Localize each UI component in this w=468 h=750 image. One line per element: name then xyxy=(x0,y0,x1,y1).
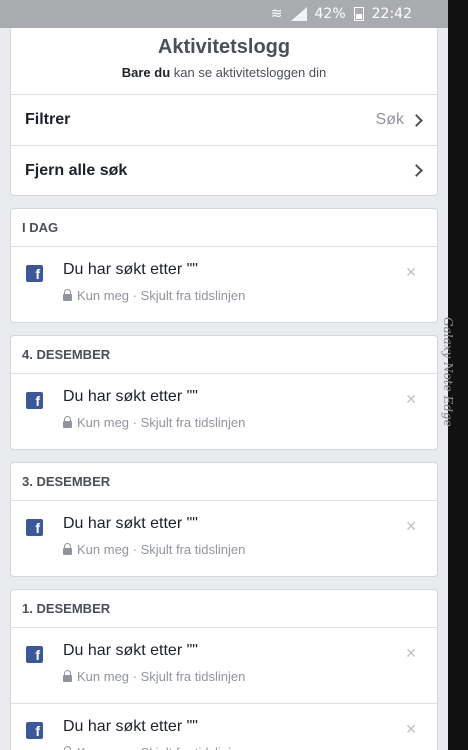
section-date-heading: 3. DESEMBER xyxy=(11,463,437,501)
facebook-icon: f xyxy=(26,392,43,409)
section-date-heading: 4. DESEMBER xyxy=(11,336,437,374)
filter-label: Filtrer xyxy=(25,111,71,128)
section-date-heading: I DAG xyxy=(11,209,437,247)
device-edge-label: Galaxy Note Edge xyxy=(441,317,455,427)
log-entry[interactable]: f Du har søkt etter "" Kun meg · Skjult fr… xyxy=(11,628,437,703)
log-section: 4. DESEMBER f Du har søkt etter "" Kun meg … xyxy=(10,335,438,450)
facebook-icon: f xyxy=(26,646,43,663)
filter-value: Søk xyxy=(375,111,404,128)
log-entry[interactable]: f Du har søkt etter "" Kun meg · Skjult fr… xyxy=(11,247,437,322)
signal-icon xyxy=(290,7,307,21)
battery-icon xyxy=(353,7,364,21)
close-icon[interactable]: ✕ xyxy=(405,645,417,662)
activity-list: I DAG f Du har søkt etter "" Kun meg · Skju… xyxy=(0,208,448,750)
facebook-icon: f xyxy=(26,519,43,536)
entry-title: Du har søkt etter "" xyxy=(63,388,198,405)
log-section: I DAG f Du har søkt etter "" Kun meg · Skju… xyxy=(10,208,438,323)
lock-icon xyxy=(63,415,72,428)
close-icon[interactable]: ✕ xyxy=(405,721,417,738)
entry-meta-text: Kun meg · Skjult fra tidslinjen xyxy=(77,542,246,557)
phone-screen: ≋ 42% 22:42 Aktivitetslogg Bare du kan s… xyxy=(0,0,448,750)
chevron-right-icon xyxy=(410,164,423,177)
entry-privacy: Kun meg · Skjult fra tidslinjen xyxy=(63,288,437,303)
entry-title: Du har søkt etter "" xyxy=(63,642,198,659)
clock: 22:42 xyxy=(371,6,412,22)
clear-searches-label: Fjern alle søk xyxy=(25,161,128,179)
privacy-note: Bare du kan se aktivitetsloggen din xyxy=(11,59,437,95)
log-section: 3. DESEMBER f Du har søkt etter "" Kun meg … xyxy=(10,462,438,577)
wifi-icon: ≋ xyxy=(270,6,283,22)
entry-privacy: Kun meg · Skjult fra tidslinjen xyxy=(63,542,437,557)
entry-privacy: Kun meg · Skjult fra tidslinjen xyxy=(63,669,437,684)
entry-meta-text: Kun meg · Skjult fra tidslinjen xyxy=(77,745,245,750)
log-section: 1. DESEMBER f Du har søkt etter "" Kun meg … xyxy=(10,589,438,750)
device-edge: Galaxy Note Edge xyxy=(441,0,468,750)
close-icon[interactable]: ✕ xyxy=(405,391,417,408)
lock-icon xyxy=(63,542,72,555)
entry-meta-text: Kun meg · Skjult fra tidslinjen xyxy=(77,288,246,303)
entry-title: Du har søkt etter "" xyxy=(63,515,198,532)
battery-percent: 42% xyxy=(314,6,346,22)
entry-title: Du har søkt etter "" xyxy=(63,261,198,278)
entry-privacy: Kun meg · Skjult fra tidslinjen xyxy=(63,745,437,750)
log-entry[interactable]: f Du har søkt etter "" Kun meg · Skjult fr… xyxy=(11,703,437,750)
clear-searches-row[interactable]: Fjern alle søk xyxy=(11,145,437,195)
close-icon[interactable]: ✕ xyxy=(405,264,417,281)
section-date-heading: 1. DESEMBER xyxy=(11,590,437,628)
privacy-note-bold: Bare du xyxy=(121,65,171,80)
log-entry[interactable]: f Du har søkt etter "" Kun meg · Skjult fr… xyxy=(11,374,437,449)
privacy-note-rest: kan se aktivitetsloggen din xyxy=(170,65,327,80)
log-entry[interactable]: f Du har søkt etter "" Kun meg · Skjult fr… xyxy=(11,501,437,576)
filter-row[interactable]: Filtrer Søk xyxy=(11,95,437,145)
close-icon[interactable]: ✕ xyxy=(405,518,417,535)
entry-privacy: Kun meg · Skjult fra tidslinjen xyxy=(63,415,437,430)
facebook-icon: f xyxy=(26,722,43,739)
lock-icon xyxy=(63,288,72,301)
status-bar: ≋ 42% 22:42 xyxy=(0,0,448,28)
entry-title: Du har søkt etter "" xyxy=(63,718,198,735)
entry-meta-text: Kun meg · Skjult fra tidslinjen xyxy=(77,669,246,684)
chevron-right-icon xyxy=(410,113,423,127)
facebook-icon: f xyxy=(26,265,43,282)
page-title: Aktivitetslogg xyxy=(157,36,291,58)
activity-log-header: Aktivitetslogg Bare du kan se aktivitets… xyxy=(10,28,438,196)
entry-meta-text: Kun meg · Skjult fra tidslinjen xyxy=(77,415,246,430)
lock-icon xyxy=(63,669,72,682)
